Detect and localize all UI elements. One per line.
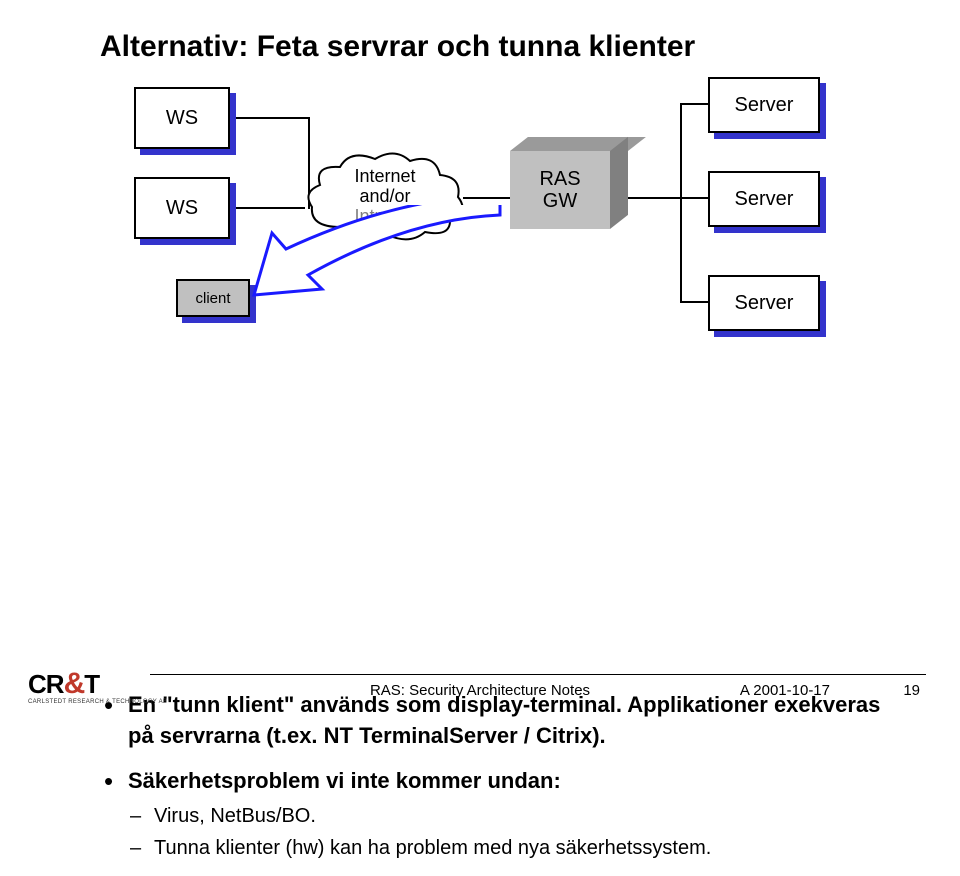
cloud-line1: Internet [310, 167, 460, 187]
server1-box: Server [708, 77, 820, 133]
slide: Alternativ: Feta servrar och tunna klien… [0, 0, 960, 719]
logo-subtitle: CARLSTEDT RESEARCH & TECHNOLOGY AB [28, 699, 167, 705]
bullet-2: Säkerhetsproblem vi inte kommer undan: V… [100, 766, 900, 863]
footer-page-number: 19 [903, 682, 920, 699]
company-logo: CR&T CARLSTEDT RESEARCH & TECHNOLOGY AB [28, 667, 167, 705]
footer-title: RAS: Security Architecture Notes [370, 682, 590, 699]
rasgw-right-face [610, 137, 628, 229]
ws2-box: WS [134, 177, 230, 239]
client-label: client [195, 290, 230, 307]
server2-box: Server [708, 171, 820, 227]
server3-box: Server [708, 275, 820, 331]
cloud-line2: and/or [310, 187, 460, 207]
slide-title: Alternativ: Feta servrar och tunna klien… [100, 30, 900, 64]
ws1-label: WS [166, 107, 198, 130]
logo-t: T [84, 669, 99, 700]
ws2-label: WS [166, 197, 198, 220]
bullet-2-sub-1: Virus, NetBus/BO. [128, 802, 900, 830]
connector-line [680, 197, 710, 199]
cloud-line3: Intranet [310, 207, 460, 227]
logo-amp: & [64, 667, 85, 701]
client-box: client [176, 279, 250, 317]
logo-cr: CR [28, 669, 64, 700]
rasgw-line2: GW [543, 190, 577, 212]
server1-label: Server [735, 94, 794, 117]
bullet-2-text: Säkerhetsproblem vi inte kommer undan: [128, 768, 561, 793]
cloud-label: Internet and/or Intranet [310, 167, 460, 226]
connector-line [463, 197, 513, 199]
server2-label: Server [735, 188, 794, 211]
connector-line [680, 103, 682, 301]
logo-mark: CR&T [28, 667, 99, 701]
connector-line [680, 301, 710, 303]
rasgw-front-face: RAS GW [510, 151, 610, 229]
slide-footer: CR&T CARLSTEDT RESEARCH & TECHNOLOGY AB … [0, 663, 960, 709]
connector-line [680, 103, 710, 105]
connector-line [230, 207, 305, 209]
ras-gw-box: RAS GW [510, 151, 630, 239]
connector-line [230, 117, 310, 119]
ws1-box: WS [134, 87, 230, 149]
bullet-2-sub-2: Tunna klienter (hw) kan ha problem med n… [128, 834, 900, 862]
bullet-list: En "tunn klient" används som display-ter… [100, 690, 900, 876]
footer-date: A 2001-10-17 [740, 682, 830, 699]
server3-label: Server [735, 292, 794, 315]
rasgw-line1: RAS [539, 168, 580, 190]
network-diagram: WS WS client Internet and/or Intranet RA… [100, 89, 860, 369]
footer-divider [150, 674, 926, 675]
